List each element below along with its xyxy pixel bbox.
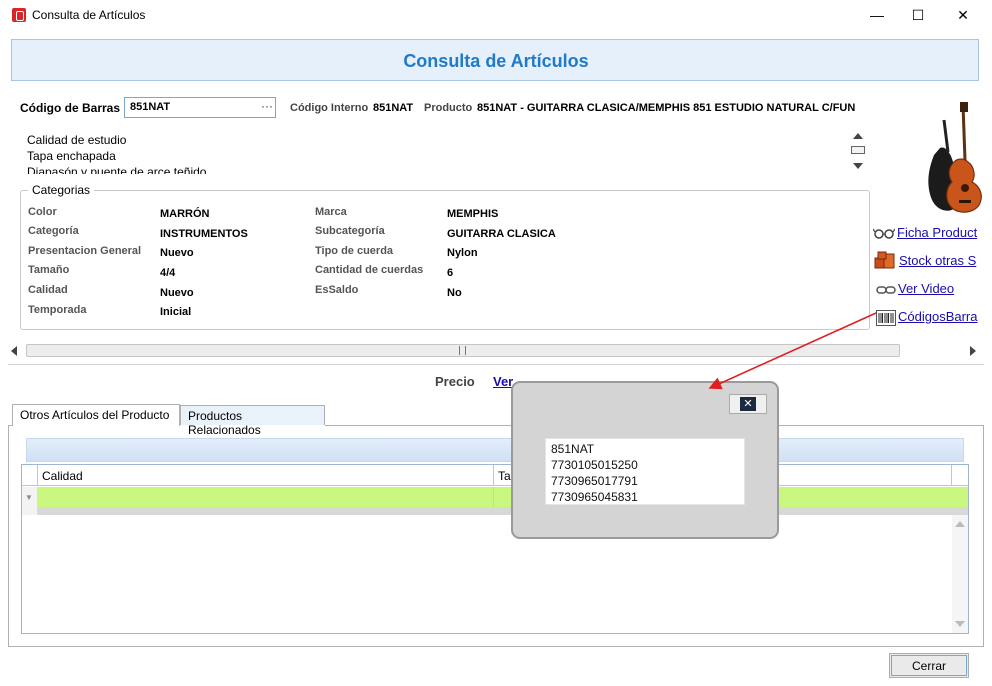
filter-row[interactable] [38,487,968,507]
filter-icon[interactable]: ▼ [25,493,33,502]
column-header-size[interactable]: Ta [498,469,511,483]
column-separator [951,465,952,486]
maximize-button[interactable]: ☐ [895,0,941,30]
tab-other-articles[interactable]: Otros Artículos del Producto [12,404,180,426]
boxes-icon [874,251,895,269]
internal-code-label: Código Interno [290,102,369,114]
brand-label: Marca [315,206,347,218]
minimize-button[interactable]: — [854,0,900,30]
category-label: Categoría [28,225,79,237]
scroll-up-icon[interactable] [955,521,965,527]
color-label: Color [28,206,57,218]
categories-legend: Categorias [28,183,95,197]
list-item[interactable]: 7730965045831 [551,489,739,505]
subcategory-label: Subcategoría [315,225,385,237]
window-title: Consulta de Artículos [32,8,146,22]
string-type-label: Tipo de cuerda [315,245,394,257]
presentation-label: Presentacion General [28,245,142,257]
close-button[interactable]: Cerrar [889,653,969,678]
quality-label: Calidad [28,284,68,296]
season-value: Inicial [160,306,192,318]
barcode-label: Código de Barras [20,101,121,115]
list-item[interactable]: 7730105015250 [551,457,739,473]
close-window-button[interactable]: ✕ [940,0,986,30]
page-title: Consulta de Artículos [403,51,589,71]
brand-value: MEMPHIS [447,208,499,220]
subcategory-value: GUITARRA CLASICA [447,228,556,240]
scroll-grip-icon [459,346,466,355]
string-count-label: Cantidad de cuerdas [315,264,424,276]
scroll-right-icon[interactable] [970,346,976,356]
scroll-left-icon[interactable] [11,346,17,356]
link-icon [876,286,896,294]
scroll-down-icon[interactable] [853,163,863,169]
column-separator [493,465,494,486]
size-label: Tamaño [28,264,70,276]
string-count-value: 6 [447,267,454,279]
app-icon [12,8,26,22]
grid-header [22,465,968,486]
description-line: Diapasón y puente de arce teñido [27,165,207,174]
barcodes-list[interactable]: 851NAT 7730105015250 7730965017791 77309… [545,438,745,505]
description-line: Tapa enchapada [27,149,116,163]
color-value: MARRÓN [160,208,210,220]
popup-close-button[interactable]: ✕ [729,394,767,414]
grid-group-band [26,438,964,462]
column-separator [493,487,494,507]
scroll-thumb[interactable] [851,146,865,154]
horizontal-scrollbar[interactable] [26,344,900,357]
string-type-value: Nylon [447,247,478,259]
list-item[interactable]: 7730965017791 [551,473,739,489]
description-line: Calidad de estudio [27,133,127,147]
product-value: 851NAT - GUITARRA CLASICA/MEMPHIS 851 ES… [477,102,856,114]
barcode-input[interactable]: 851NAT [124,97,276,118]
barcode-icon [876,310,896,326]
column-header-calidad[interactable]: Calidad [42,469,83,483]
product-sheet-link[interactable]: Ficha Product [897,225,977,240]
size-value: 4/4 [160,267,176,279]
title-bar [0,0,992,30]
divider [8,364,984,365]
glasses-icon [873,228,895,239]
grid-vertical-scrollbar[interactable] [952,515,968,633]
presentation-value: Nuevo [160,247,194,259]
view-video-link[interactable]: Ver Video [898,281,954,296]
internal-code-value: 851NAT [373,102,414,114]
scroll-up-icon[interactable] [853,133,863,139]
header-banner: Consulta de Artículos [11,39,979,81]
barcodes-link[interactable]: CódigosBarra [898,309,978,324]
clearance-label: EsSaldo [315,284,359,296]
tab-related-products[interactable]: Productos Relacionados [180,405,325,437]
categories-group [20,190,870,330]
list-item[interactable]: 851NAT [551,441,739,457]
view-price-link[interactable]: Ver [493,374,513,389]
scroll-down-icon[interactable] [955,621,965,627]
clearance-value: No [447,287,462,299]
description-scrollbar[interactable] [850,130,866,174]
category-value: INSTRUMENTOS [160,228,248,240]
season-label: Temporada [28,304,87,316]
guitar-product-image [928,102,982,213]
price-label: Precio [435,374,475,389]
product-description: Calidad de estudio Tapa enchapada Diapas… [27,132,847,174]
product-label: Producto [424,102,473,114]
column-separator [37,465,38,486]
close-icon: ✕ [740,397,756,411]
quality-value: Nuevo [160,287,194,299]
barcode-browse-button[interactable]: ··· [261,99,273,113]
stock-other-stores-link[interactable]: Stock otras S [899,253,976,268]
grid-separator-row [38,507,968,515]
